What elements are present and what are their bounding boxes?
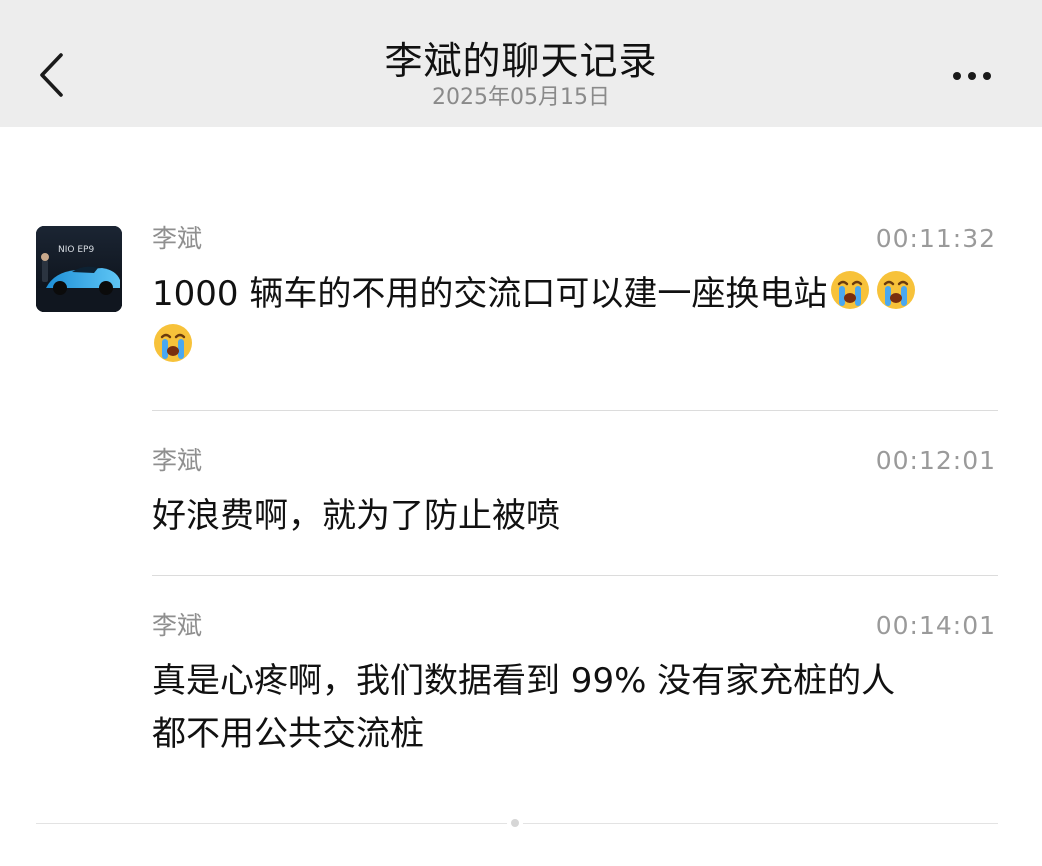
message-time: 00:11:32: [875, 224, 996, 253]
message-divider: [152, 410, 998, 411]
avatar[interactable]: NIO EP9: [36, 226, 122, 312]
message-divider: [152, 575, 998, 576]
more-dot: [968, 72, 976, 80]
page-date: 2025年05月15日: [432, 85, 610, 110]
more-dot: [983, 72, 991, 80]
message-text: 真是心疼啊，我们数据看到 99% 没有家充桩的人 都不用公共交流桩: [152, 655, 998, 761]
message-time: 00:12:01: [875, 446, 996, 475]
message-text: 好浪费啊，就为了防止被喷: [152, 496, 560, 536]
message-line: 都不用公共交流桩: [152, 714, 424, 754]
crying-face-icon: [152, 324, 196, 367]
message-sender: 李斌: [152, 224, 203, 253]
avatar-logo-text: NIO EP9: [58, 245, 94, 255]
page-title: 李斌的聊天记录: [384, 39, 658, 83]
crying-face-icon: [827, 271, 873, 314]
message-sender: 李斌: [152, 446, 203, 475]
message-body: 1000 辆车的不用的交流口可以建一座换电站: [152, 274, 828, 314]
scroll-indicator: [511, 819, 519, 827]
top-navigation-bar: 李斌的聊天记录 2025年05月15日: [0, 0, 1042, 127]
message-line: 真是心疼啊，我们数据看到 99% 没有家充桩的人: [152, 661, 896, 701]
message-item[interactable]: 李斌 00:11:32 1000 辆车的不用的交流口可以建一座换电站: [152, 224, 998, 394]
more-horizontal-icon: [953, 72, 961, 80]
crying-face-icon: [873, 271, 919, 314]
message-sender: 李斌: [152, 611, 203, 640]
more-button[interactable]: [942, 56, 1002, 96]
message-item[interactable]: 李斌 00:14:01 真是心疼啊，我们数据看到 99% 没有家充桩的人 都不用…: [152, 611, 998, 771]
message-item[interactable]: 李斌 00:12:01 好浪费啊，就为了防止被喷: [152, 446, 998, 556]
chat-history-page: 李斌的聊天记录 2025年05月15日 NIO EP9 李斌 00:11:32 …: [0, 0, 1042, 866]
message-time: 00:14:01: [875, 611, 996, 640]
message-text: 1000 辆车的不用的交流口可以建一座换电站: [152, 268, 998, 374]
avatar-image: NIO EP9: [36, 226, 122, 312]
